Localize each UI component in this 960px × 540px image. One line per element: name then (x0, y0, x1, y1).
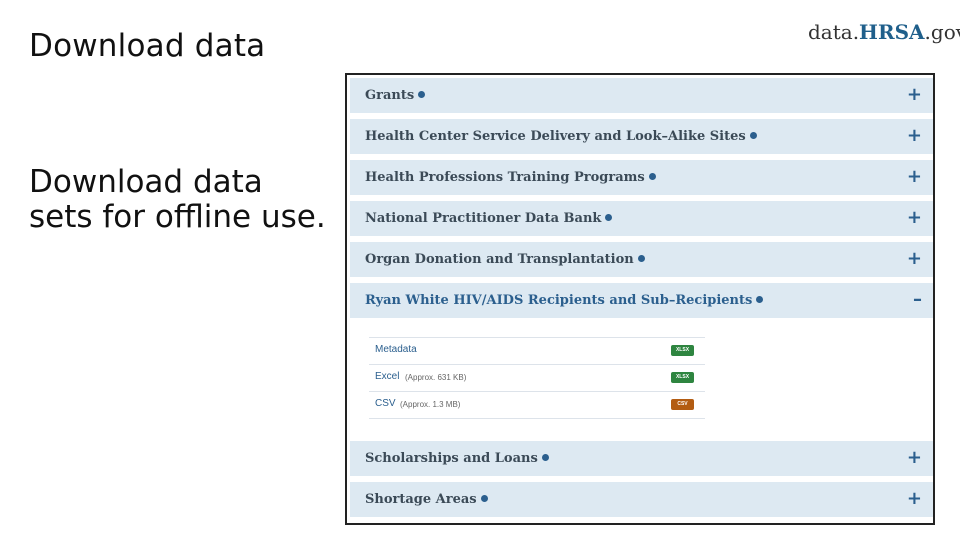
file-link[interactable]: CSV (375, 398, 396, 409)
file-size: (Approx. 631 KB) (405, 373, 467, 382)
accordion-label: Health Center Service Delivery and Look–… (365, 129, 746, 144)
info-icon[interactable] (756, 296, 764, 303)
accordion-item-shortage-areas[interactable]: Shortage Areas + (350, 482, 933, 517)
slide-title: Download data (29, 28, 266, 64)
info-icon[interactable] (480, 495, 488, 502)
download-file-list: Metadata XLSX Excel (Approx. 631 KB) XLS… (369, 337, 705, 419)
screenshot-frame: Grants + Health Center Service Delivery … (345, 73, 935, 525)
xlsx-badge[interactable]: XLSX (671, 345, 694, 356)
data-hrsa-logo: data.HRSA.gov (808, 20, 960, 44)
accordion-label: Shortage Areas (365, 492, 477, 507)
info-icon[interactable] (541, 454, 549, 461)
file-link[interactable]: Excel (375, 371, 399, 382)
accordion-item-scholarships[interactable]: Scholarships and Loans + (350, 441, 933, 476)
plus-icon[interactable]: + (907, 84, 922, 105)
accordion-label: National Practitioner Data Bank (365, 211, 602, 226)
accordion-label: Ryan White HIV/AIDS Recipients and Sub–R… (365, 293, 753, 308)
accordion-label: Health Professions Training Programs (365, 170, 645, 185)
plus-icon[interactable]: + (907, 125, 922, 146)
xlsx-badge[interactable]: XLSX (671, 372, 694, 383)
logo-brand: HRSA (859, 20, 925, 44)
plus-icon[interactable]: + (907, 166, 922, 187)
accordion-item-practitioner-data-bank[interactable]: National Practitioner Data Bank + (350, 201, 933, 236)
info-icon[interactable] (749, 132, 757, 139)
slide-body-text: Download data sets for offline use. (29, 164, 326, 235)
file-size: (Approx. 1.3 MB) (400, 400, 461, 409)
accordion-item-organ-donation[interactable]: Organ Donation and Transplantation + (350, 242, 933, 277)
info-icon[interactable] (648, 173, 656, 180)
csv-badge[interactable]: CSV (671, 399, 694, 410)
accordion-label: Scholarships and Loans (365, 451, 538, 466)
accordion-item-health-center[interactable]: Health Center Service Delivery and Look–… (350, 119, 933, 154)
plus-icon[interactable]: + (907, 207, 922, 228)
accordion-label: Organ Donation and Transplantation (365, 252, 634, 267)
info-icon[interactable] (605, 214, 613, 221)
file-row-excel: Excel (Approx. 631 KB) XLSX (369, 364, 705, 391)
plus-icon[interactable]: + (907, 447, 922, 468)
accordion-item-health-professions[interactable]: Health Professions Training Programs + (350, 160, 933, 195)
plus-icon[interactable]: + (907, 248, 922, 269)
minus-icon[interactable]: – (913, 289, 922, 310)
file-row-metadata: Metadata XLSX (369, 337, 705, 364)
accordion-item-ryan-white[interactable]: Ryan White HIV/AIDS Recipients and Sub–R… (350, 283, 933, 318)
info-icon[interactable] (418, 91, 426, 98)
accordion-item-grants[interactable]: Grants + (350, 78, 933, 113)
logo-suffix: .gov (924, 20, 960, 44)
file-link[interactable]: Metadata (375, 344, 417, 355)
accordion-label: Grants (365, 88, 415, 103)
file-row-csv: CSV (Approx. 1.3 MB) CSV (369, 391, 705, 419)
plus-icon[interactable]: + (907, 488, 922, 509)
logo-prefix: data. (808, 20, 860, 44)
info-icon[interactable] (637, 255, 645, 262)
